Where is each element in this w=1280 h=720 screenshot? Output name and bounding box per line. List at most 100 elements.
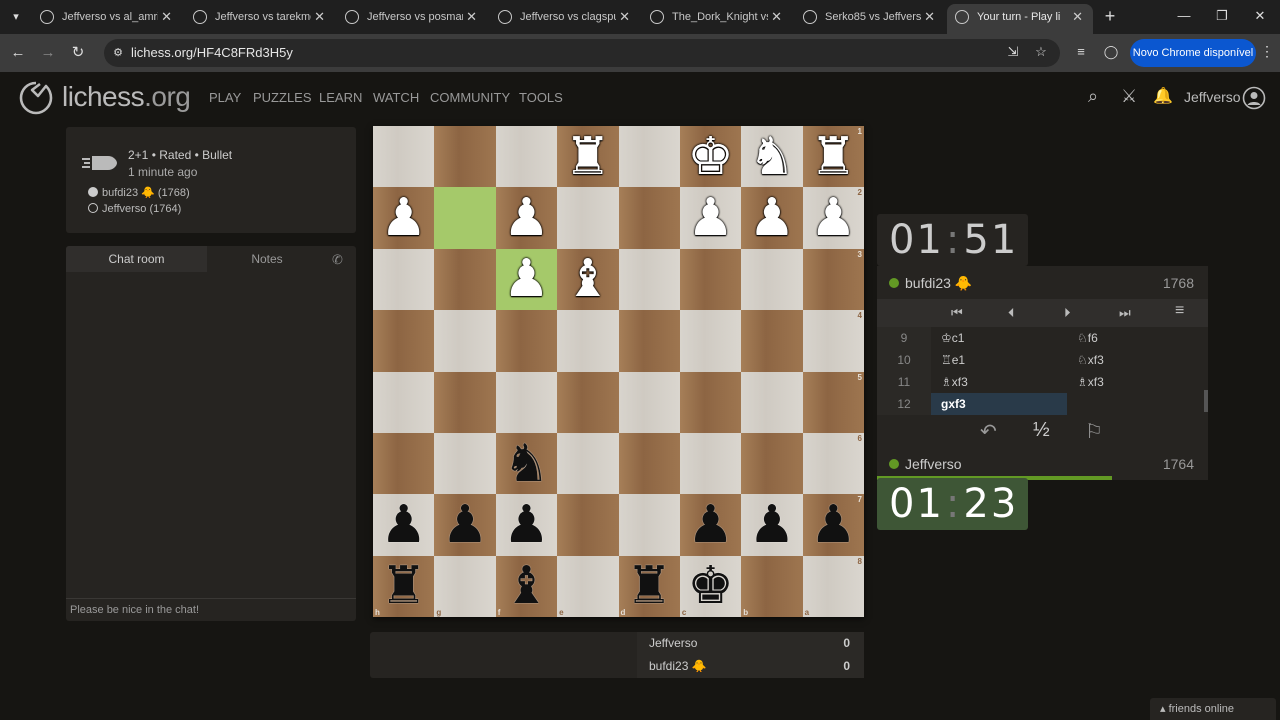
board-square[interactable] xyxy=(741,248,803,311)
close-window-icon[interactable]: ✕ xyxy=(1250,8,1270,26)
close-tab-icon[interactable]: ✕ xyxy=(466,4,477,30)
board-square[interactable]: ♟ xyxy=(679,494,742,556)
forward-icon[interactable]: → xyxy=(38,43,58,63)
address-bar[interactable]: ⚙ lichess.org/HF4C8FRd3H5y ⇲ ☆ xyxy=(104,39,1060,67)
black-pawn-icon[interactable]: ♟ xyxy=(380,499,427,551)
board-square[interactable]: h ♜ xyxy=(373,555,435,617)
takeback-icon[interactable]: ↶ xyxy=(980,419,997,444)
nav-play[interactable]: PLAY xyxy=(209,90,241,105)
board-square[interactable]: 5 xyxy=(802,371,864,433)
board-square[interactable]: d ♜ xyxy=(618,555,680,617)
close-tab-icon[interactable]: ✕ xyxy=(314,4,325,30)
board-square[interactable]: f ♝ xyxy=(495,555,558,617)
board-square[interactable]: ♟ xyxy=(679,187,742,249)
reload-icon[interactable]: ↻ xyxy=(68,43,88,63)
nav-puzzles[interactable]: PUZZLES xyxy=(253,90,312,105)
board-square[interactable]: ♝ xyxy=(557,248,619,311)
board-square[interactable]: ♟ xyxy=(373,494,435,556)
maximize-icon[interactable]: ❐ xyxy=(1212,8,1232,26)
minimize-icon[interactable]: — xyxy=(1174,8,1194,26)
chat-input[interactable]: Please be nice in the chat! xyxy=(66,598,356,621)
board-square[interactable] xyxy=(373,248,435,311)
prev-move-icon[interactable]: ⏴ xyxy=(1008,305,1015,321)
board-square[interactable] xyxy=(618,187,680,249)
chess-board[interactable]: ♜ ♚ ♞ 1 ♜ ♟ ♟ ♟ ♟ 2 ♟ ♟ ♝ 3 4 5 ♞ 6 ♟ ♟ ♟ ♟ ♟ 7 ♟ h ♜ g f ♝ e d ♜ c ♚ b 8 a xyxy=(373,126,864,617)
notifications-bell-icon[interactable]: 🔔 xyxy=(1153,86,1173,106)
board-square[interactable]: 3 xyxy=(802,248,864,311)
board-square[interactable] xyxy=(373,371,435,433)
close-tab-icon[interactable]: ✕ xyxy=(771,4,782,30)
black-pawn-icon[interactable]: ♟ xyxy=(749,499,796,551)
close-tab-icon[interactable]: ✕ xyxy=(161,4,172,30)
white-rook-icon[interactable]: ♜ xyxy=(565,131,612,183)
black-pawn-icon[interactable]: ♟ xyxy=(442,499,489,551)
board-square[interactable] xyxy=(373,126,435,188)
white-knight-icon[interactable]: ♞ xyxy=(749,131,796,183)
white-pawn-icon[interactable]: ♟ xyxy=(503,192,550,244)
white-player-link[interactable]: bufdi23 🐥 (1768) xyxy=(88,186,190,199)
board-square[interactable]: 4 xyxy=(802,310,864,372)
board-square[interactable] xyxy=(434,432,496,495)
friends-online-button[interactable]: ▴ friends online xyxy=(1150,698,1276,720)
tab-search-icon[interactable]: ▾ xyxy=(6,7,26,27)
board-square[interactable] xyxy=(434,371,496,433)
board-square[interactable] xyxy=(495,371,558,433)
white-move[interactable]: ♖e1 xyxy=(931,349,1067,371)
nav-watch[interactable]: WATCH xyxy=(373,90,419,105)
black-bishop-icon[interactable]: ♝ xyxy=(503,560,550,612)
board-square[interactable]: ♚ xyxy=(679,126,742,188)
menu-icon[interactable]: ≡ xyxy=(1175,302,1184,320)
black-king-icon[interactable]: ♚ xyxy=(687,560,734,612)
board-square[interactable] xyxy=(741,371,803,433)
board-square[interactable]: ♟ xyxy=(741,187,803,249)
browser-tab[interactable]: Your turn - Play li ✕ xyxy=(947,4,1093,34)
board-square[interactable]: 2 ♟ xyxy=(802,187,864,249)
board-square[interactable] xyxy=(618,371,680,433)
board-square[interactable]: 6 xyxy=(802,432,864,495)
white-pawn-icon[interactable]: ♟ xyxy=(687,192,734,244)
board-square[interactable] xyxy=(618,494,680,556)
offer-draw-button[interactable]: ½ xyxy=(1033,419,1050,442)
lichess-logo-icon[interactable] xyxy=(18,80,54,116)
black-pawn-icon[interactable]: ♟ xyxy=(687,499,734,551)
board-square[interactable] xyxy=(373,310,435,372)
user-menu[interactable]: Jeffverso xyxy=(1184,89,1241,105)
board-square[interactable] xyxy=(557,371,619,433)
black-move[interactable]: ♗xf3 xyxy=(1067,371,1203,393)
board-square[interactable]: ♟ xyxy=(495,248,558,311)
board-square[interactable] xyxy=(618,126,680,188)
back-icon[interactable]: ← xyxy=(8,43,28,63)
board-square[interactable] xyxy=(434,126,496,188)
search-icon[interactable]: ⌕ xyxy=(1088,86,1098,107)
voice-chat-icon[interactable]: ✆ xyxy=(332,252,343,268)
black-rook-icon[interactable]: ♜ xyxy=(380,560,427,612)
site-logo[interactable]: lichess.org xyxy=(62,81,191,113)
last-move-icon[interactable]: ⏭ xyxy=(1119,305,1131,321)
board-square[interactable] xyxy=(679,371,742,433)
challenges-icon[interactable]: ⚔ xyxy=(1121,86,1137,107)
chrome-update-button[interactable]: Novo Chrome disponível xyxy=(1130,39,1256,67)
white-move[interactable]: ♔c1 xyxy=(931,327,1067,349)
board-square[interactable]: ♜ xyxy=(557,126,619,188)
new-tab-button[interactable]: + xyxy=(1100,6,1120,26)
board-square[interactable]: c ♚ xyxy=(679,555,742,617)
board-square[interactable]: b xyxy=(741,555,803,617)
nav-learn[interactable]: LEARN xyxy=(319,90,362,105)
nav-tools[interactable]: TOOLS xyxy=(519,90,563,105)
site-info-icon[interactable]: ⚙ xyxy=(110,45,126,61)
white-pawn-icon[interactable]: ♟ xyxy=(810,192,857,244)
black-pawn-icon[interactable]: ♟ xyxy=(503,499,550,551)
board-square[interactable]: ♟ xyxy=(373,187,435,249)
next-move-icon[interactable]: ⏵ xyxy=(1064,305,1071,321)
close-tab-icon[interactable]: ✕ xyxy=(924,4,935,30)
board-square[interactable]: ♟ xyxy=(741,494,803,556)
browser-menu-icon[interactable]: ⋮ xyxy=(1260,43,1274,60)
board-square[interactable] xyxy=(434,248,496,311)
opponent-player-line[interactable]: bufdi23 🐥 1768 xyxy=(877,268,1208,298)
first-move-icon[interactable]: ⏮ xyxy=(951,305,963,321)
white-pawn-icon[interactable]: ♟ xyxy=(380,192,427,244)
board-square[interactable]: 8a xyxy=(802,555,864,617)
board-square[interactable] xyxy=(373,432,435,495)
browser-tab[interactable]: Jeffverso vs clagspuz ✕ xyxy=(490,4,640,34)
white-bishop-icon[interactable]: ♝ xyxy=(565,253,612,305)
